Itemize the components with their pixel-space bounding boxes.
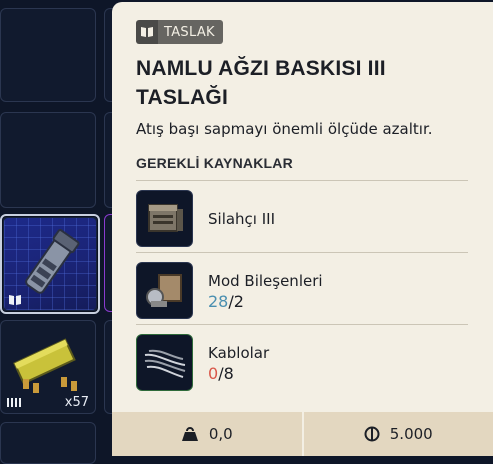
ammo-box-icon: [1, 327, 95, 397]
requirement-quantity: 0/8: [208, 364, 234, 383]
divider: [136, 324, 468, 325]
selected-blueprint-slot[interactable]: [0, 214, 100, 314]
requirement-row: Mod Bileşenleri 28/2: [136, 254, 468, 324]
value-amount: 5.000: [390, 425, 433, 443]
requirement-name: Mod Bileşenleri: [208, 272, 323, 290]
requirement-quantity: 28/2: [208, 292, 244, 311]
weight-value: 0,0: [209, 425, 233, 443]
item-description: Atış başı sapmayı önemli ölçüde azaltır.: [136, 120, 433, 138]
divider: [136, 252, 468, 253]
required-amount: /2: [228, 292, 244, 311]
requirement-name: Kablolar: [208, 344, 269, 362]
item-type-label: TASLAK: [158, 20, 223, 44]
value-stat: 5.000: [304, 412, 493, 456]
weight-stat: 0,0: [112, 412, 302, 456]
item-type-tag: TASLAK: [136, 20, 223, 44]
inventory-slot[interactable]: [0, 112, 96, 208]
blueprint-icon: [136, 20, 158, 44]
inventory-slot[interactable]: [0, 422, 96, 464]
mod-components-icon: [136, 262, 193, 319]
owned-amount: 28: [208, 292, 228, 311]
divider: [136, 180, 468, 181]
item-stats-footer: 0,0 5.000: [112, 412, 493, 456]
coin-icon: [364, 426, 380, 442]
ammo-count: x57: [65, 395, 89, 410]
weight-icon: [181, 426, 199, 442]
required-amount: /8: [218, 364, 234, 383]
workbench-icon: [136, 190, 193, 247]
inventory-slot[interactable]: [0, 8, 96, 102]
requirement-row: Silahçı III: [136, 182, 468, 252]
ammo-slot[interactable]: x57: [0, 320, 96, 414]
blueprint-badge-icon: [8, 294, 22, 306]
item-title: NAMLU AĞZI BASKISI III TASLAĞI: [136, 54, 456, 112]
item-tooltip: TASLAK NAMLU AĞZI BASKISI III TASLAĞI At…: [112, 2, 493, 456]
ammo-type-icon: [6, 396, 22, 408]
requirement-name: Silahçı III: [208, 210, 275, 228]
requirement-row: Kablolar 0/8: [136, 326, 468, 396]
owned-amount: 0: [208, 364, 218, 383]
required-resources-heading: GEREKLİ KAYNAKLAR: [136, 155, 293, 171]
wires-icon: [136, 334, 193, 391]
